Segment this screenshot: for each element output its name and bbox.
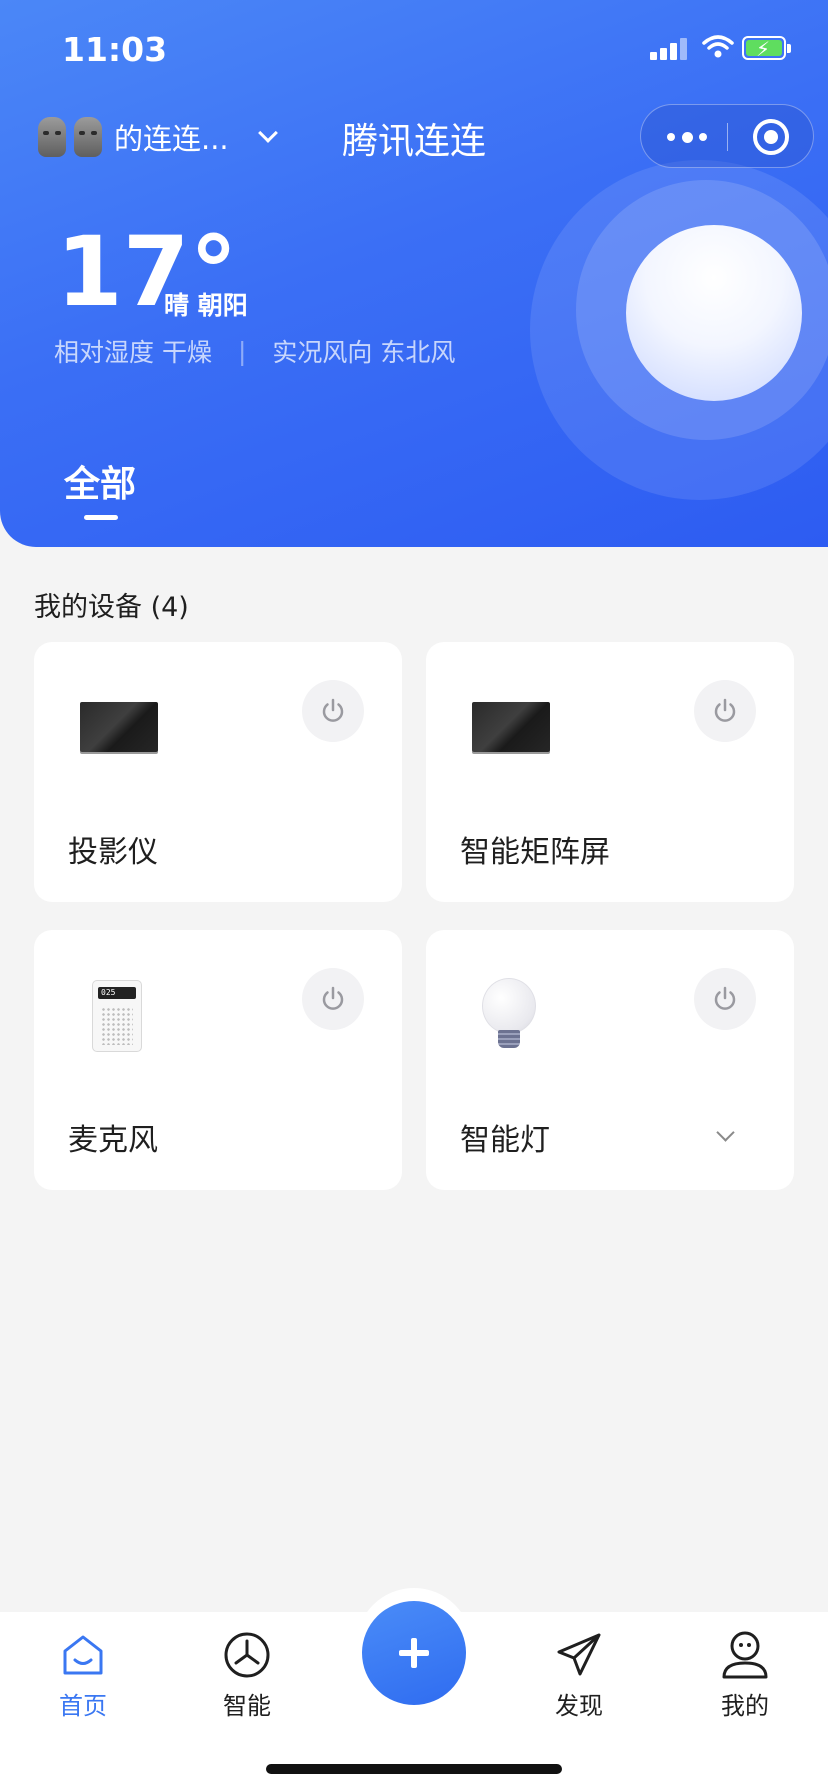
home-selector[interactable]: 的连连... [38, 112, 278, 162]
status-icons: ⚡ [650, 34, 800, 64]
capsule-divider [727, 123, 728, 151]
more-button[interactable] [667, 127, 707, 147]
weather-info: 相对湿度 干燥 | 实况风向 东北风 [54, 333, 455, 369]
power-button[interactable] [694, 680, 756, 742]
tab-home[interactable]: 首页 [28, 1630, 138, 1721]
miniprogram-capsule [640, 104, 814, 168]
light-bulb-icon [482, 978, 536, 1034]
power-icon [322, 698, 344, 722]
power-button[interactable] [694, 968, 756, 1030]
device-card-smart-light[interactable]: 智能灯 [426, 930, 794, 1190]
humidity-text: 相对湿度 干燥 [54, 338, 212, 367]
add-device-button[interactable] [362, 1601, 466, 1705]
power-button[interactable] [302, 680, 364, 742]
device-label: 智能矩阵屏 [460, 835, 610, 870]
power-button[interactable] [302, 968, 364, 1030]
wifi-icon [702, 35, 734, 58]
device-card-microphone[interactable]: 025 麦克风 [34, 930, 402, 1190]
my-devices-title: 我的设备 (4) [34, 592, 189, 623]
tab-active-indicator [84, 515, 118, 520]
bulb-base [498, 1030, 520, 1048]
device-card-projector[interactable]: 投影仪 [34, 642, 402, 902]
wind-text: 实况风向 东北风 [272, 338, 456, 367]
device-label: 麦克风 [68, 1123, 158, 1158]
weather-separator: | [237, 336, 247, 366]
moai-emoji-icon [74, 117, 102, 157]
discover-icon [557, 1633, 601, 1676]
home-name: 的连连... [114, 122, 229, 156]
tab-label: 首页 [59, 1692, 107, 1720]
profile-icon [722, 1631, 768, 1679]
tab-all[interactable]: 全部 [64, 455, 136, 507]
power-icon [714, 986, 736, 1010]
tab-label: 我的 [721, 1692, 769, 1720]
moai-emoji-icon [38, 117, 66, 157]
close-button[interactable] [753, 119, 789, 155]
home-indicator[interactable] [266, 1764, 562, 1774]
battery-icon: ⚡ [742, 36, 786, 61]
tab-smart[interactable]: 智能 [192, 1630, 302, 1721]
weather-condition: 晴 朝阳 [164, 291, 248, 320]
power-icon [322, 986, 344, 1010]
device-label: 投影仪 [68, 835, 158, 870]
chevron-down-icon [257, 123, 278, 143]
tv-icon [472, 702, 550, 752]
sun-icon [626, 225, 802, 401]
tv-icon [80, 702, 158, 752]
tab-label: 智能 [223, 1692, 271, 1720]
chevron-down-icon[interactable] [716, 1123, 735, 1142]
home-icon [63, 1635, 103, 1675]
app-title: 腾讯连连 [342, 121, 487, 162]
tab-discover[interactable]: 发现 [524, 1630, 634, 1721]
battery-cap [787, 44, 791, 53]
device-card-matrix-screen[interactable]: 智能矩阵屏 [426, 642, 794, 902]
purifier-screen-text: 025 [98, 987, 136, 999]
power-icon [714, 698, 736, 722]
header-banner: 11:03 ⚡ 的连连... 腾讯连连 17° 晴 朝阳 相对湿度 干燥 | 实… [0, 0, 828, 547]
device-label: 智能灯 [460, 1123, 550, 1158]
status-time: 11:03 [62, 30, 168, 69]
smart-icon [224, 1632, 270, 1678]
tab-profile[interactable]: 我的 [690, 1630, 800, 1721]
air-purifier-icon: 025 [92, 980, 142, 1052]
tab-label: 发现 [555, 1692, 603, 1720]
